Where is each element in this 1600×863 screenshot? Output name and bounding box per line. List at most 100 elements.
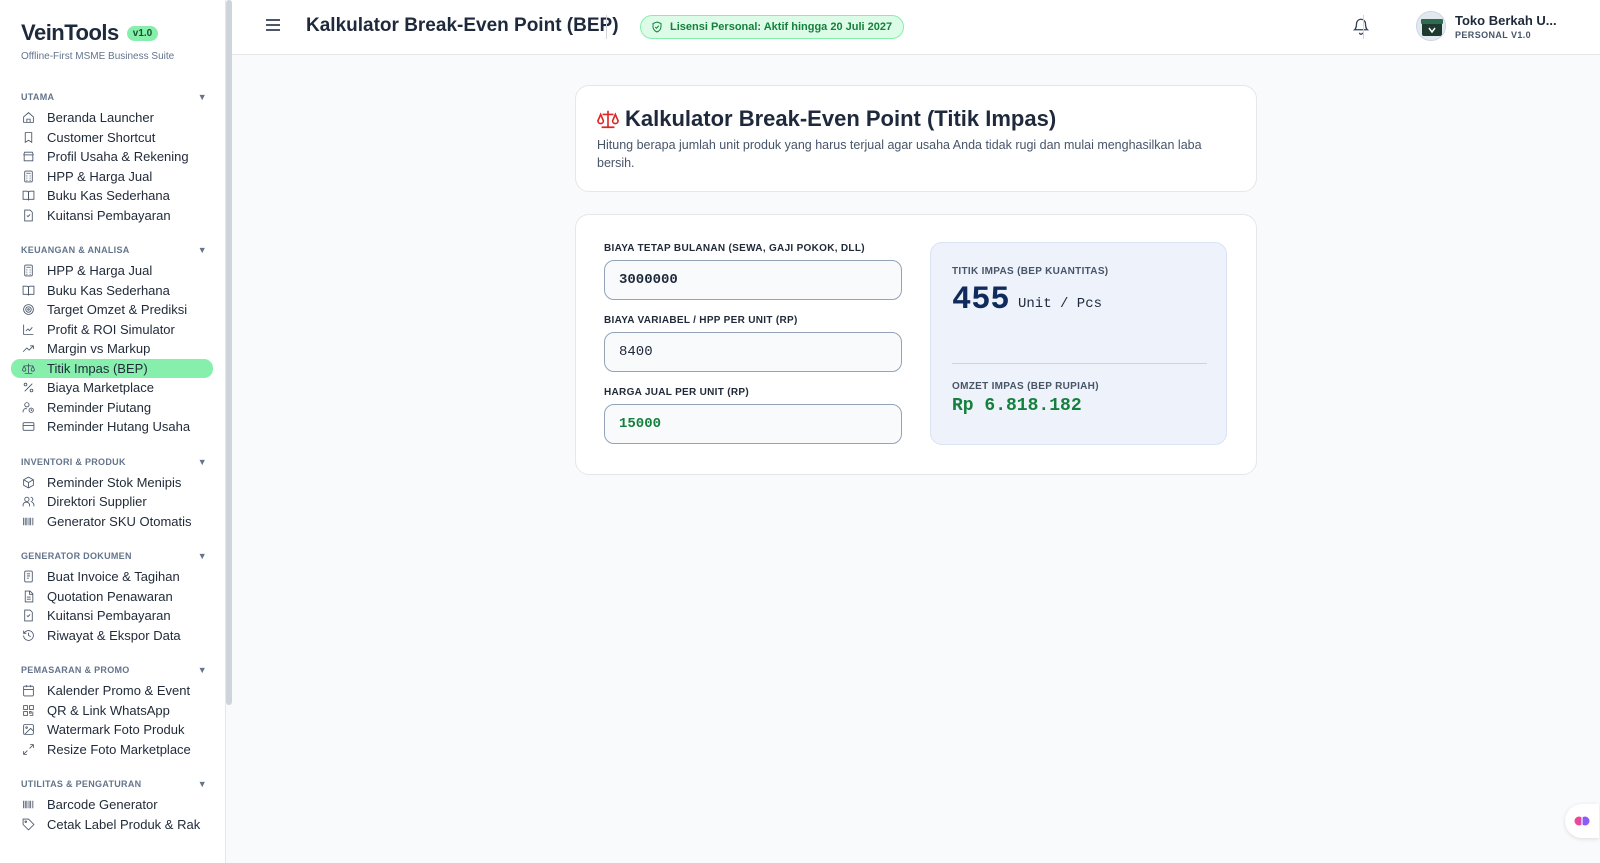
fixed-cost-input[interactable] [604, 260, 902, 300]
sidebar-item[interactable]: Watermark Foto Produk [11, 720, 213, 740]
sidebar-item[interactable]: Biaya Marketplace [11, 378, 213, 398]
price-input[interactable] [604, 404, 902, 444]
sidebar-item-label: Direktori Supplier [47, 494, 147, 510]
sidebar-section-header[interactable]: PEMASARAN & PROMO ▼ [21, 659, 213, 681]
sidebar-section-title: INVENTORI & PRODUK [21, 456, 126, 467]
sidebar-item[interactable]: Quotation Penawaran [11, 587, 213, 607]
sidebar-item[interactable]: QR & Link WhatsApp [11, 701, 213, 721]
chevron-down-icon[interactable]: ▼ [198, 779, 207, 789]
brain-icon [1574, 816, 1590, 826]
percent-icon [21, 381, 35, 395]
sidebar-section-header[interactable]: GENERATOR DOKUMEN ▼ [21, 545, 213, 567]
sidebar-item[interactable]: Barcode Generator [11, 795, 213, 815]
sidebar-item-label: Profil Usaha & Rekening [47, 149, 189, 165]
sidebar-item-label: Reminder Piutang [47, 399, 152, 415]
sidebar-item-label: Generator SKU Otomatis [47, 513, 192, 529]
sidebar-item[interactable]: Riwayat & Ekspor Data [11, 626, 213, 646]
chevron-down-icon[interactable]: ▼ [198, 551, 207, 561]
sidebar-item[interactable]: HPP & Harga Jual [11, 167, 213, 187]
document-icon [21, 589, 35, 603]
menu-toggle-button[interactable] [265, 17, 281, 37]
sidebar-item[interactable]: HPP & Harga Jual [11, 261, 213, 281]
sidebar-section: UTILITAS & PENGATURAN ▼ Barcode Generator C… [0, 773, 225, 834]
chevron-down-icon[interactable]: ▼ [198, 665, 207, 675]
sidebar-scrollbar[interactable] [226, 0, 232, 705]
sidebar-item[interactable]: Titik Impas (BEP) [11, 358, 213, 378]
sidebar-item[interactable]: Direktori Supplier [11, 492, 213, 512]
bep-revenue-value: Rp 6.818.182 [952, 396, 1082, 416]
sidebar-item[interactable]: Buat Invoice & Tagihan [11, 567, 213, 587]
sidebar-item-label: Reminder Stok Menipis [47, 474, 182, 490]
sidebar-item[interactable]: Kuitansi Pembayaran [11, 606, 213, 626]
bep-quantity-unit: Unit / Pcs [1018, 296, 1103, 312]
avatar[interactable] [1416, 11, 1446, 41]
sidebar-item-label: Buat Invoice & Tagihan [47, 569, 180, 585]
variable-cost-input[interactable] [604, 332, 902, 372]
sidebar-nav: UTAMA ▼ Beranda Launcher Customer Shortcut P… [0, 86, 225, 834]
sidebar-section-header[interactable]: INVENTORI & PRODUK ▼ [21, 451, 213, 473]
page-title: Kalkulator Break-Even Point (BEP) [306, 15, 619, 36]
license-badge: Lisensi Personal: Aktif hingga 20 Juli 2… [640, 15, 905, 39]
barcode-icon [21, 514, 35, 528]
sidebar-item[interactable]: Margin vs Markup [11, 339, 213, 359]
sidebar-item[interactable]: Cetak Label Produk & Rak [11, 815, 213, 835]
resize-icon [21, 742, 35, 756]
sidebar-section: INVENTORI & PRODUK ▼ Reminder Stok Menipis… [0, 451, 225, 532]
bell-icon [1352, 18, 1370, 35]
history-icon [21, 628, 35, 642]
sidebar-section: KEUANGAN & ANALISA ▼ HPP & Harga Jual Buku … [0, 239, 225, 437]
calculator-icon [21, 264, 35, 278]
tag-icon [21, 817, 35, 831]
user-clock-icon [21, 400, 35, 414]
sidebar-item[interactable]: Beranda Launcher [11, 108, 213, 128]
sidebar-item-label: Buku Kas Sederhana [47, 282, 170, 298]
hamburger-icon [266, 19, 280, 31]
sidebar-item[interactable]: Buku Kas Sederhana [11, 281, 213, 301]
users-icon [21, 495, 35, 509]
sidebar-item[interactable]: Target Omzet & Prediksi [11, 300, 213, 320]
sidebar-section-header[interactable]: KEUANGAN & ANALISA ▼ [21, 239, 213, 261]
sidebar-item[interactable]: Reminder Piutang [11, 398, 213, 418]
sidebar-item[interactable]: Kalender Promo & Event [11, 681, 213, 701]
bep-quantity-value: 455 [952, 281, 1010, 318]
chevron-down-icon[interactable]: ▼ [198, 457, 207, 467]
invoice-icon [21, 570, 35, 584]
receipt-icon [21, 609, 35, 623]
sidebar-section: UTAMA ▼ Beranda Launcher Customer Shortcut P… [0, 86, 225, 225]
sidebar-item-label: Target Omzet & Prediksi [47, 302, 188, 318]
sidebar-item[interactable]: Reminder Stok Menipis [11, 473, 213, 493]
chevron-down-icon[interactable]: ▼ [198, 245, 207, 255]
sidebar-section-header[interactable]: UTILITAS & PENGATURAN ▼ [21, 773, 213, 795]
home-icon [21, 111, 35, 125]
sidebar-item-label: Cetak Label Produk & Rak [47, 816, 201, 832]
intro-heading: Kalkulator Break-Even Point (Titik Impas… [597, 106, 1236, 132]
sidebar-item[interactable]: Customer Shortcut [11, 128, 213, 148]
notification-button[interactable] [1352, 17, 1372, 37]
chevron-down-icon[interactable]: ▼ [198, 92, 207, 102]
sidebar-item[interactable]: Buku Kas Sederhana [11, 186, 213, 206]
target-icon [21, 303, 35, 317]
user-plan: PERSONAL V1.0 [1455, 30, 1532, 40]
sidebar-item[interactable]: Generator SKU Otomatis [11, 512, 213, 532]
sidebar-item[interactable]: Resize Foto Marketplace [11, 740, 213, 760]
sidebar-section-header[interactable]: UTAMA ▼ [21, 86, 213, 108]
sidebar-item[interactable]: Profil Usaha & Rekening [11, 147, 213, 167]
user-name[interactable]: Toko Berkah U... [1455, 13, 1557, 28]
sidebar-section-title: UTAMA [21, 92, 55, 102]
intro-description: Hitung berapa jumlah unit produk yang ha… [597, 138, 1202, 170]
bep-revenue-label: OMZET IMPAS (BEP RUPIAH) [952, 381, 1099, 392]
sidebar-item-label: Profit & ROI Simulator [47, 321, 175, 337]
sidebar-item-label: Reminder Hutang Usaha [47, 419, 191, 435]
result-panel: TITIK IMPAS (BEP KUANTITAS) 455 Unit / P… [930, 242, 1227, 445]
package-icon [21, 475, 35, 489]
sidebar-item[interactable]: Kuitansi Pembayaran [11, 206, 213, 226]
assistant-button[interactable] [1565, 804, 1599, 838]
sidebar-item-label: Resize Foto Marketplace [47, 741, 191, 757]
sidebar-item[interactable]: Profit & ROI Simulator [11, 320, 213, 340]
sidebar-item-label: Barcode Generator [47, 797, 158, 813]
sidebar-item[interactable]: Reminder Hutang Usaha [11, 417, 213, 437]
fixed-cost-label: BIAYA TETAP BULANAN (SEWA, GAJI POKOK, D… [604, 243, 865, 254]
sidebar-item-label: HPP & Harga Jual [47, 263, 153, 279]
image-icon [21, 723, 35, 737]
receipt-icon [21, 208, 35, 222]
